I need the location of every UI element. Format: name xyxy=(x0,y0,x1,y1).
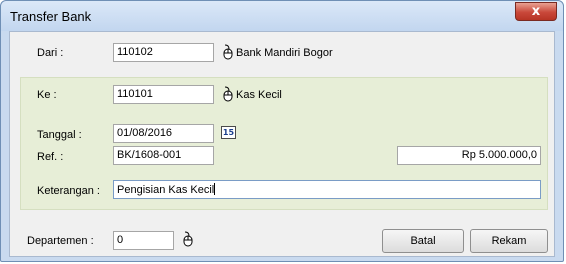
transfer-bank-dialog: Transfer Bank x Dari : 110102 Bank Mandi… xyxy=(0,0,564,262)
ke-account-code-input[interactable]: 110101 xyxy=(113,85,214,104)
keterangan-input[interactable]: Pengisian Kas Kecil xyxy=(113,180,541,199)
mouse-icon[interactable] xyxy=(221,86,235,102)
dari-account-name: Bank Mandiri Bogor xyxy=(236,47,333,59)
keterangan-label: Keterangan : xyxy=(37,185,100,197)
dari-account-code-input[interactable]: 110102 xyxy=(113,43,214,62)
ke-account-name: Kas Kecil xyxy=(236,89,282,101)
title-bar[interactable]: Transfer Bank x xyxy=(1,1,563,31)
batal-button[interactable]: Batal xyxy=(382,229,464,253)
ke-label: Ke : xyxy=(37,89,57,101)
departemen-input[interactable]: 0 xyxy=(113,231,174,250)
dialog-body: Dari : 110102 Bank Mandiri Bogor Ke : 11… xyxy=(9,31,555,257)
amount-input[interactable]: Rp 5.000.000,0 xyxy=(397,146,541,165)
text-cursor xyxy=(214,183,216,195)
rekam-button[interactable]: Rekam xyxy=(470,229,548,253)
keterangan-value: Pengisian Kas Kecil xyxy=(117,184,215,196)
tanggal-date-input[interactable]: 01/08/2016 xyxy=(113,124,214,143)
mouse-icon[interactable] xyxy=(221,44,235,60)
window-title: Transfer Bank xyxy=(10,9,92,24)
mouse-icon[interactable] xyxy=(181,231,195,247)
calendar-icon[interactable]: 15 xyxy=(221,126,236,139)
dari-label: Dari : xyxy=(37,47,64,59)
close-icon: x xyxy=(531,4,541,19)
ref-number-input[interactable]: BK/1608-001 xyxy=(113,146,214,165)
ref-label: Ref. : xyxy=(37,151,64,163)
departemen-label: Departemen : xyxy=(27,235,94,247)
close-button[interactable]: x xyxy=(515,2,557,21)
tanggal-label: Tanggal : xyxy=(37,129,82,141)
